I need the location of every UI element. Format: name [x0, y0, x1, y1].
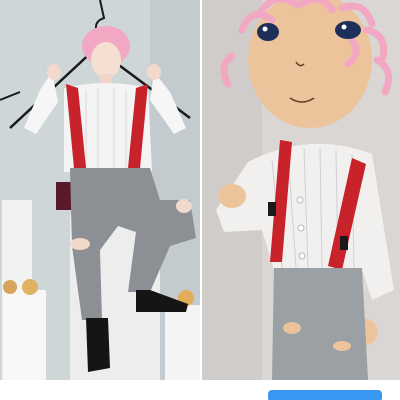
pedestal-right — [165, 305, 200, 380]
right-photo-image — [202, 0, 400, 380]
fruit-prop — [3, 280, 17, 294]
left-photo[interactable] — [0, 0, 200, 380]
knee-rip-right — [176, 199, 192, 213]
doll-eye-right — [335, 21, 361, 39]
shoe-left — [86, 318, 110, 372]
right-photo[interactable] — [202, 0, 400, 380]
knee-rip-left — [70, 238, 90, 250]
screenshot-canvas — [0, 0, 400, 400]
doll-eye-left — [257, 23, 279, 41]
doll-hand-left — [218, 184, 246, 208]
face — [91, 42, 121, 78]
action-button[interactable] — [268, 390, 382, 400]
left-photo-image — [0, 0, 200, 380]
